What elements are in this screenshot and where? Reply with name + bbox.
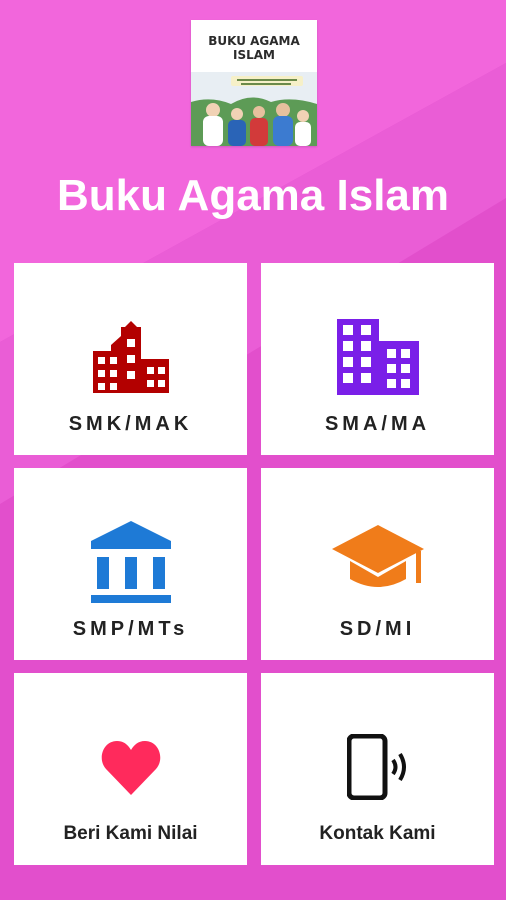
menu-label: SMA/MA [324,413,431,435]
rate-us-button[interactable]: Beri Kami Nilai [14,673,247,865]
menu-label: SMK/MAK [68,413,193,435]
cover-illustration [191,72,317,146]
phone-vibrate-icon [346,734,406,800]
office-building-icon [336,319,419,395]
graduation-cap-icon [331,525,424,587]
menu-sd-mi-button[interactable]: SD/MI [261,468,494,660]
institution-icon [90,521,171,603]
cover-title: BUKU AGAMA ISLAM [208,34,300,62]
contact-us-button[interactable]: Kontak Kami [261,673,494,865]
heart-icon [101,741,160,795]
menu-label: Kontak Kami [319,823,436,844]
menu-label: Beri Kami Nilai [63,823,198,844]
menu-sma-ma-button[interactable]: SMA/MA [261,263,494,455]
menu-label: SD/MI [339,618,416,640]
menu-label: SMP/MTs [72,618,189,640]
book-cover-image: BUKU AGAMA ISLAM [191,20,317,146]
menu-smp-mts-button[interactable]: SMP/MTs [14,468,247,660]
menu-smk-mak-button[interactable]: SMK/MAK [14,263,247,455]
school-building-icon [92,321,169,393]
app-title: Buku Agama Islam [56,171,450,220]
